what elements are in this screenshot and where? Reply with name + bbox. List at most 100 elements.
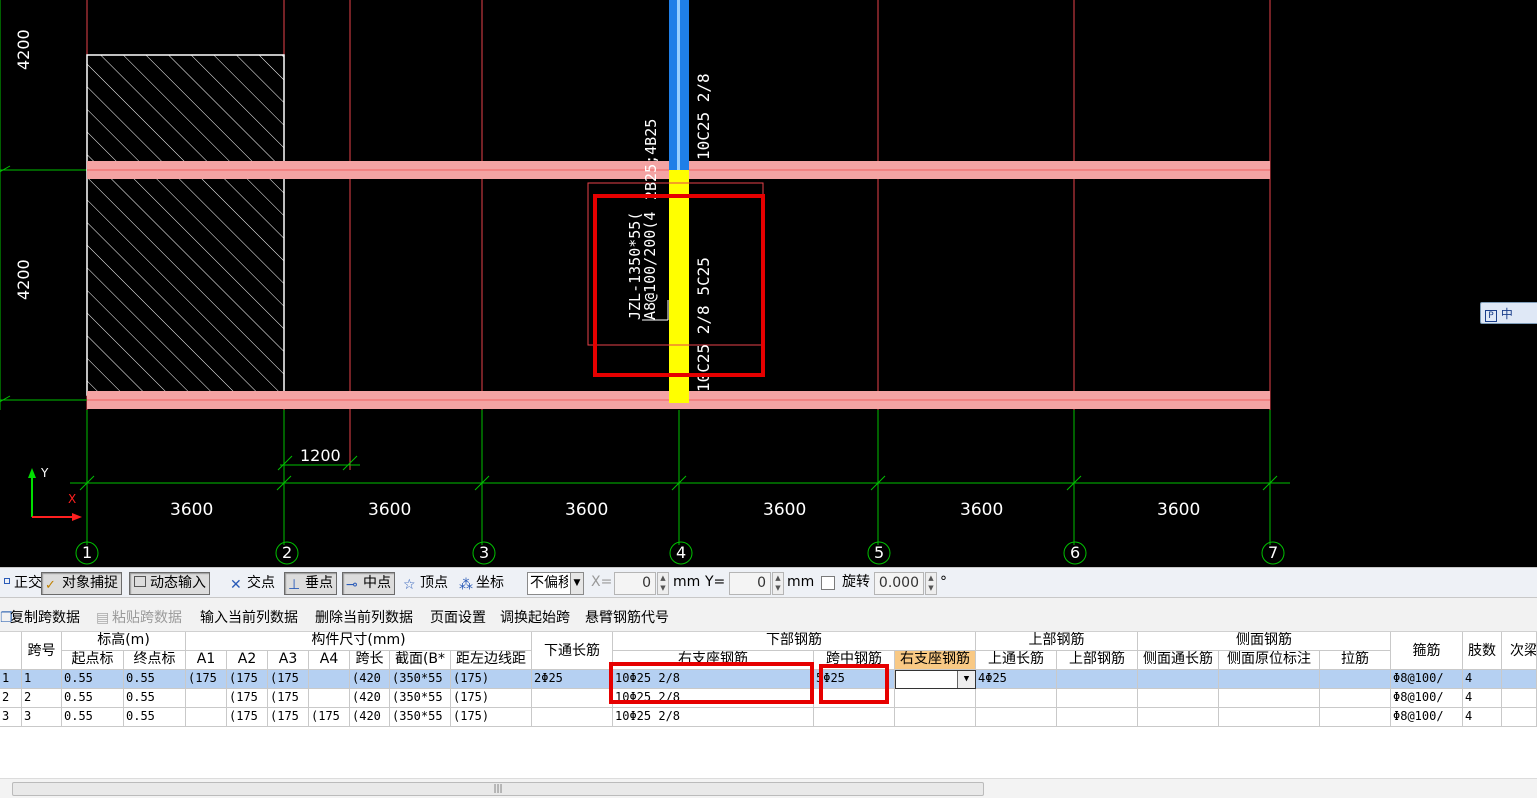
cell-sec[interactable]: (350*55: [390, 708, 451, 727]
cell-__blank[interactable]: [1502, 708, 1537, 727]
ortho-toggle[interactable]: 正交: [0, 572, 46, 595]
page-setup-button[interactable]: 页面设置: [430, 607, 486, 627]
header-span-no[interactable]: 跨号: [22, 632, 62, 670]
cell-sec[interactable]: (350*55: [390, 689, 451, 708]
copy-span-button[interactable]: ❐复制跨数据: [0, 607, 80, 627]
cell-idx[interactable]: 3: [0, 708, 22, 727]
rotate-checkbox[interactable]: [821, 576, 835, 590]
header-bottom-through[interactable]: 下通长筋: [532, 632, 613, 670]
cell-__blank[interactable]: [1502, 670, 1537, 689]
cell-tie[interactable]: [1320, 708, 1391, 727]
cell-mid[interactable]: [814, 708, 895, 727]
cell-idx[interactable]: 1: [0, 670, 22, 689]
input-column-button[interactable]: 输入当前列数据: [200, 607, 298, 627]
header-dist-left[interactable]: 距左边线距: [451, 651, 532, 670]
cell-a1[interactable]: [186, 689, 227, 708]
cell-tthrough[interactable]: [976, 689, 1057, 708]
header-a4[interactable]: A4: [309, 651, 350, 670]
cell-len[interactable]: (420: [350, 708, 390, 727]
cell-sec[interactable]: (350*55: [390, 670, 451, 689]
cell-bthrough[interactable]: [532, 708, 613, 727]
perpendicular-snap[interactable]: ⊥ 垂点: [284, 572, 337, 595]
cell-tthrough[interactable]: [976, 708, 1057, 727]
header-tie[interactable]: 拉筋: [1320, 651, 1391, 670]
horizontal-scrollbar[interactable]: |||: [0, 778, 1537, 798]
paste-span-button[interactable]: ▤ 粘贴跨数据: [96, 607, 182, 627]
delete-column-button[interactable]: 删除当前列数据: [315, 607, 413, 627]
header-a2[interactable]: A2: [227, 651, 268, 670]
cell-dist[interactable]: (175): [451, 708, 532, 727]
intersection-snap[interactable]: ✕ 交点: [226, 572, 279, 595]
cell-sthrough[interactable]: [1138, 689, 1219, 708]
chevron-down-icon[interactable]: ▼: [957, 671, 975, 688]
cell-rsup[interactable]: 10Φ25 2/8: [613, 708, 814, 727]
cell-trebar[interactable]: [1057, 670, 1138, 689]
header-secondary[interactable]: 次梁: [1502, 632, 1537, 670]
header-top-through[interactable]: 上通长筋: [976, 651, 1057, 670]
cell-span[interactable]: 1: [22, 670, 62, 689]
cell-slocal[interactable]: [1219, 708, 1320, 727]
cell-a1[interactable]: (175: [186, 670, 227, 689]
cell-a4[interactable]: (175: [309, 708, 350, 727]
header-a3[interactable]: A3: [268, 651, 309, 670]
header-end-elev[interactable]: 终点标: [124, 651, 186, 670]
cell-__blank[interactable]: [1502, 689, 1537, 708]
header-legs[interactable]: 肢数: [1463, 632, 1502, 670]
header-start-elev[interactable]: 起点标: [62, 651, 124, 670]
cell-trebar[interactable]: [1057, 708, 1138, 727]
cell-slocal[interactable]: [1219, 670, 1320, 689]
cell-legs[interactable]: 4: [1463, 670, 1502, 689]
y-coordinate-input[interactable]: 0: [729, 572, 771, 595]
cell-legs[interactable]: 4: [1463, 708, 1502, 727]
cell-sthrough[interactable]: [1138, 670, 1219, 689]
cell-tthrough[interactable]: 4Φ25: [976, 670, 1057, 689]
cell-trebar[interactable]: [1057, 689, 1138, 708]
cell-bthrough[interactable]: [532, 689, 613, 708]
header-span-len[interactable]: 跨长: [350, 651, 390, 670]
cell-stirrup[interactable]: Φ8@100/: [1391, 670, 1463, 689]
cell-tie[interactable]: [1320, 670, 1391, 689]
cad-drawing[interactable]: [0, 0, 1537, 567]
cell-stirrup[interactable]: Φ8@100/: [1391, 708, 1463, 727]
cell-span[interactable]: 3: [22, 708, 62, 727]
header-side-local[interactable]: 侧面原位标注: [1219, 651, 1320, 670]
rotate-angle-input[interactable]: 0.000: [874, 572, 924, 595]
cell-end[interactable]: 0.55: [124, 670, 186, 689]
cell-rsup2[interactable]: ▼: [895, 670, 976, 689]
cell-dist[interactable]: (175): [451, 689, 532, 708]
cell-rsup2[interactable]: [895, 689, 976, 708]
cell-dist[interactable]: (175): [451, 670, 532, 689]
cell-a4[interactable]: [309, 670, 350, 689]
cell-a1[interactable]: [186, 708, 227, 727]
header-stirrup[interactable]: 箍筋: [1391, 632, 1463, 670]
cell-len[interactable]: (420: [350, 689, 390, 708]
rotate-spinner[interactable]: ▲ ▼: [925, 572, 937, 595]
cell-stirrup[interactable]: Φ8@100/: [1391, 689, 1463, 708]
cell-a4[interactable]: [309, 689, 350, 708]
cell-bthrough[interactable]: 2Φ25: [532, 670, 613, 689]
cell-sthrough[interactable]: [1138, 708, 1219, 727]
ime-indicator[interactable]: P 中: [1480, 302, 1537, 324]
cell-slocal[interactable]: [1219, 689, 1320, 708]
adjust-start-span-button[interactable]: 调换起始跨: [500, 607, 570, 627]
cad-canvas[interactable]: 4200 4200 1200 3600 3600 3600 3600 3600 …: [0, 0, 1537, 567]
cell-a2[interactable]: (175: [227, 670, 268, 689]
cell-rsup2[interactable]: [895, 708, 976, 727]
y-spinner[interactable]: ▲ ▼: [772, 572, 784, 595]
cell-a2[interactable]: (175: [227, 689, 268, 708]
header-top-rebar-col[interactable]: 上部钢筋: [1057, 651, 1138, 670]
cell-span[interactable]: 2: [22, 689, 62, 708]
header-right-support-active[interactable]: 右支座钢筋: [895, 651, 976, 670]
cell-a3[interactable]: (175: [268, 670, 309, 689]
header-side-through[interactable]: 侧面通长筋: [1138, 651, 1219, 670]
cantilever-code-button[interactable]: 悬臂钢筋代号: [585, 607, 669, 627]
cell-legs[interactable]: 4: [1463, 689, 1502, 708]
object-snap-toggle[interactable]: ✓ 对象捕捉: [41, 572, 122, 595]
x-coordinate-input[interactable]: 0: [614, 572, 656, 595]
cell-start[interactable]: 0.55: [62, 689, 124, 708]
offset-mode-select[interactable]: 不偏移 ▼: [527, 572, 584, 595]
cell-a2[interactable]: (175: [227, 708, 268, 727]
header-a1[interactable]: A1: [186, 651, 227, 670]
cell-end[interactable]: 0.55: [124, 708, 186, 727]
vertex-snap[interactable]: ☆ 顶点: [399, 572, 452, 595]
